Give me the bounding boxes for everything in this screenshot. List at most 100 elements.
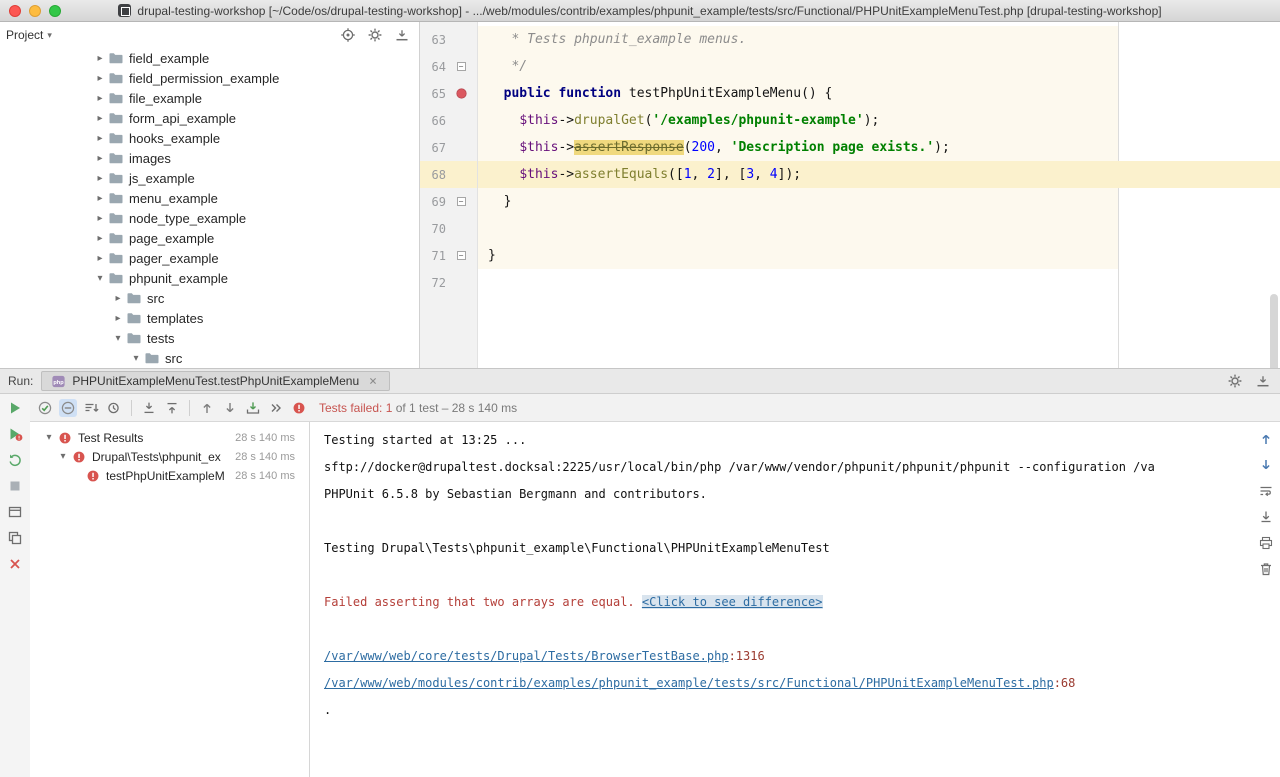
folder-name: images xyxy=(129,151,171,166)
project-tree-item[interactable]: ▾phpunit_example xyxy=(0,268,419,288)
chevron-down-icon[interactable]: ▾ xyxy=(111,333,125,344)
restore-layout-icon[interactable] xyxy=(6,503,24,521)
test-name: Drupal\Tests\phpunit_ex xyxy=(92,450,221,464)
project-tree-item[interactable]: ▸hooks_example xyxy=(0,128,419,148)
code-line[interactable]: $this->assertResponse(200, 'Description … xyxy=(478,134,1280,161)
sort-alphabetically-icon[interactable] xyxy=(82,399,100,417)
project-tree-item[interactable]: ▸pager_example xyxy=(0,248,419,268)
console-link[interactable]: /var/www/web/core/tests/Drupal/Tests/Bro… xyxy=(324,649,729,663)
code-line[interactable] xyxy=(478,215,1280,242)
project-tree-item[interactable]: ▸field_permission_example xyxy=(0,68,419,88)
test-tree-item[interactable]: ▾Drupal\Tests\phpunit_ex28 s 140 ms xyxy=(30,447,309,466)
project-tree-item[interactable]: ▸form_api_example xyxy=(0,108,419,128)
code-line[interactable]: $this->drupalGet('/examples/phpunit-exam… xyxy=(478,107,1280,134)
chevron-down-icon[interactable]: ▾ xyxy=(42,432,56,443)
chevron-right-icon[interactable]: ▸ xyxy=(93,253,107,264)
chevron-right-icon[interactable]: ▸ xyxy=(93,193,107,204)
chevron-down-icon[interactable]: ▾ xyxy=(93,273,107,284)
hide-icon[interactable] xyxy=(393,26,411,44)
project-tree-item[interactable]: ▸src xyxy=(0,288,419,308)
zoom-window-button[interactable] xyxy=(49,5,61,17)
sort-by-duration-icon[interactable] xyxy=(105,399,123,417)
line-number: 67 xyxy=(420,141,446,155)
print-icon[interactable] xyxy=(1257,534,1275,552)
editor[interactable]: 6364−6566676869−7071−72 * Tests phpunit_… xyxy=(420,22,1280,368)
console-line: PHPUnit 6.5.8 by Sebastian Bergmann and … xyxy=(324,481,1244,508)
code-line[interactable]: public function testPhpUnitExampleMenu()… xyxy=(478,80,1280,107)
expand-all-icon[interactable] xyxy=(140,399,158,417)
next-failed-test-icon[interactable] xyxy=(221,399,239,417)
stop-icon[interactable] xyxy=(6,477,24,495)
code-line[interactable] xyxy=(478,269,1280,296)
fold-marker-icon[interactable]: − xyxy=(457,197,466,206)
console-toolbar xyxy=(1255,430,1277,578)
code-area[interactable]: * Tests phpunit_example menus. */ public… xyxy=(478,22,1280,368)
project-tree-item[interactable]: ▸page_example xyxy=(0,228,419,248)
chevron-right-icon[interactable]: ▸ xyxy=(93,113,107,124)
editor-scrollbar-thumb[interactable] xyxy=(1270,294,1278,372)
console-link[interactable]: /var/www/web/modules/contrib/examples/ph… xyxy=(324,676,1054,690)
chevron-down-icon[interactable]: ▾ xyxy=(56,451,70,462)
pin-tab-icon[interactable] xyxy=(6,529,24,547)
close-red-icon[interactable] xyxy=(6,555,24,573)
chevron-right-icon[interactable]: ▸ xyxy=(111,293,125,304)
project-tree-item[interactable]: ▾src xyxy=(0,348,419,368)
chevron-right-icon[interactable]: ▸ xyxy=(93,133,107,144)
project-tree-item[interactable]: ▸field_example xyxy=(0,48,419,68)
project-panel-header[interactable]: Project ▾ xyxy=(0,22,419,48)
show-passed-icon[interactable] xyxy=(36,399,54,417)
rerun-icon[interactable] xyxy=(6,399,24,417)
show-ignored-icon[interactable] xyxy=(59,399,77,417)
chevron-down-icon[interactable]: ▾ xyxy=(129,353,143,364)
soft-wrap-icon[interactable] xyxy=(1257,482,1275,500)
project-tree-item[interactable]: ▸menu_example xyxy=(0,188,419,208)
settings-icon[interactable] xyxy=(366,26,384,44)
chevron-right-icon[interactable]: ▸ xyxy=(93,213,107,224)
fold-marker-icon[interactable]: − xyxy=(457,62,466,71)
test-tree-item[interactable]: testPhpUnitExampleM28 s 140 ms xyxy=(30,466,309,485)
project-tree-item[interactable]: ▸ images xyxy=(0,148,419,168)
chevron-right-icon[interactable]: ▸ xyxy=(93,153,107,164)
project-tree-item[interactable]: ▸node_type_example xyxy=(0,208,419,228)
project-tree-item[interactable]: ▾tests xyxy=(0,328,419,348)
chevron-right-icon[interactable]: ▸ xyxy=(93,93,107,104)
scroll-to-end-icon[interactable] xyxy=(1257,508,1275,526)
close-window-button[interactable] xyxy=(9,5,21,17)
chevron-right-icon[interactable]: ▸ xyxy=(93,233,107,244)
folder-icon xyxy=(107,249,125,267)
next-occurrence-icon[interactable] xyxy=(1257,456,1275,474)
code-line[interactable]: } xyxy=(478,188,1280,215)
settings-icon[interactable] xyxy=(1226,372,1244,390)
breakpoint-icon[interactable] xyxy=(452,85,470,103)
toggle-auto-test-icon[interactable] xyxy=(6,451,24,469)
code-line[interactable]: } xyxy=(478,242,1280,269)
chevron-right-icon[interactable]: ▸ xyxy=(93,73,107,84)
project-tree-item[interactable]: ▸templates xyxy=(0,308,419,328)
previous-occurrence-icon[interactable] xyxy=(1257,430,1275,448)
chevron-right-icon[interactable]: ▸ xyxy=(93,173,107,184)
project-tree-item[interactable]: ▸js_example xyxy=(0,168,419,188)
test-tree-item[interactable]: ▾Test Results28 s 140 ms xyxy=(30,428,309,447)
rerun-failed-tests-icon[interactable] xyxy=(6,425,24,443)
collapse-all-icon[interactable] xyxy=(163,399,181,417)
project-tree-item[interactable]: ▸file_example xyxy=(0,88,419,108)
run-tab[interactable]: php PHPUnitExampleMenuTest.testPhpUnitEx… xyxy=(41,371,390,391)
close-tab-icon[interactable] xyxy=(364,372,382,390)
scroll-from-source-icon[interactable] xyxy=(339,26,357,44)
fold-marker-icon[interactable]: − xyxy=(457,251,466,260)
console-link[interactable]: <Click to see difference> xyxy=(642,595,823,609)
chevron-right-icon[interactable]: ▸ xyxy=(111,313,125,324)
code-line[interactable]: $this->assertEquals([1, 2], [3, 4]); xyxy=(478,161,1280,188)
console-line: /var/www/web/modules/contrib/examples/ph… xyxy=(324,670,1244,697)
console-output[interactable]: Testing started at 13:25 ...sftp://docke… xyxy=(310,422,1280,777)
previous-failed-test-icon[interactable] xyxy=(198,399,216,417)
minimize-window-button[interactable] xyxy=(29,5,41,17)
code-line[interactable]: * Tests phpunit_example menus. xyxy=(478,26,1280,53)
import-test-results-icon[interactable] xyxy=(244,399,262,417)
hide-icon[interactable] xyxy=(1254,372,1272,390)
more-icon[interactable] xyxy=(267,399,285,417)
chevron-down-icon[interactable]: ▾ xyxy=(47,30,52,41)
code-line[interactable]: */ xyxy=(478,53,1280,80)
chevron-right-icon[interactable]: ▸ xyxy=(93,53,107,64)
clear-all-icon[interactable] xyxy=(1257,560,1275,578)
